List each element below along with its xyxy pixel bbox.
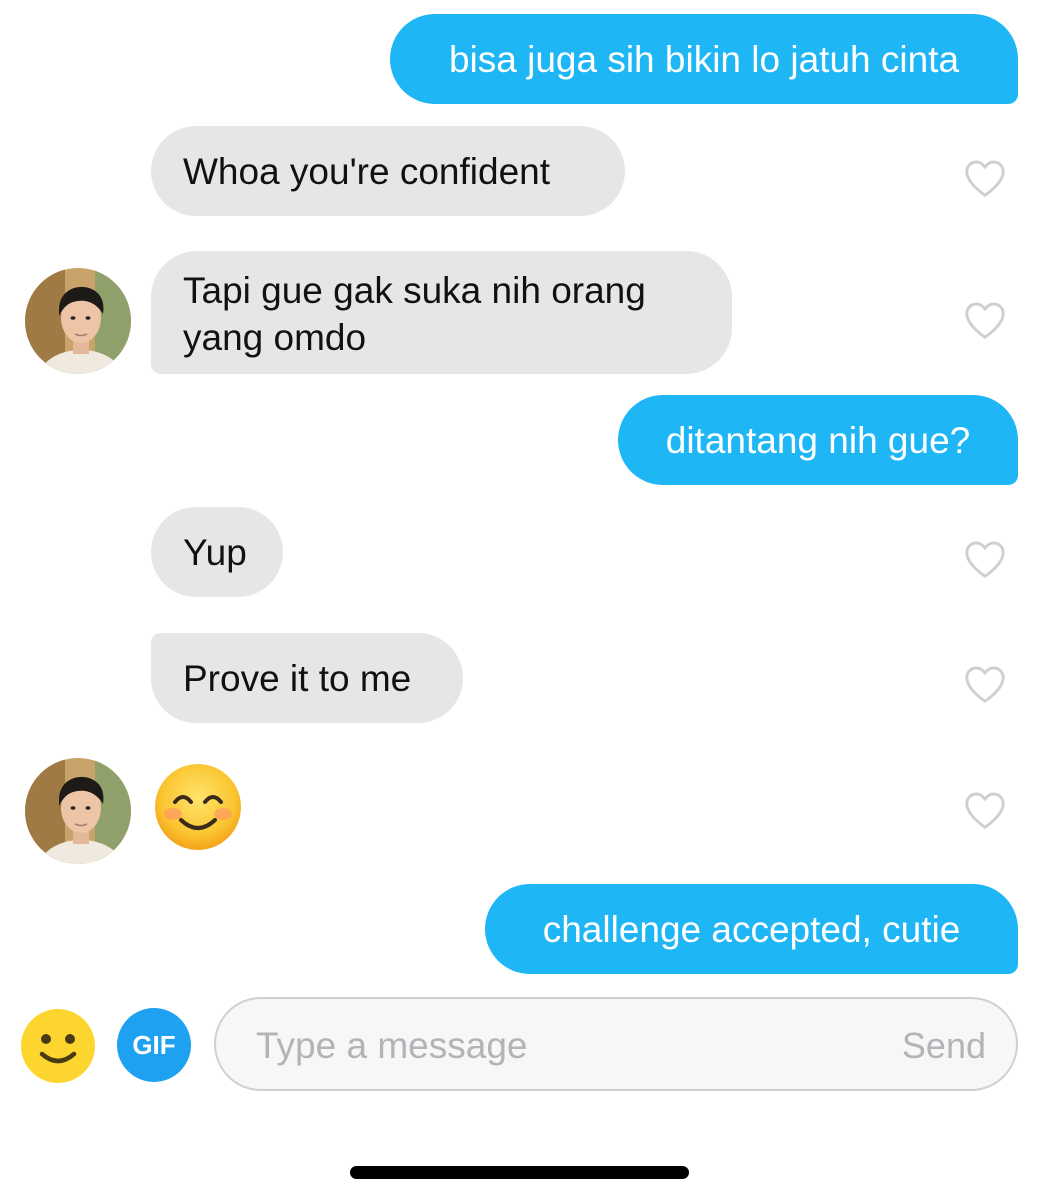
received-message-bubble[interactable]: Whoa you're confident <box>151 126 625 216</box>
like-heart-icon[interactable] <box>963 158 1007 198</box>
smiling-face-emoji-icon[interactable] <box>153 762 243 852</box>
gif-label: GIF <box>132 1029 176 1060</box>
message-text: Yup <box>183 531 247 573</box>
message-composer: GIF Send <box>0 990 1039 1100</box>
like-heart-icon[interactable] <box>963 539 1007 579</box>
received-message-bubble[interactable]: Yup <box>151 507 283 597</box>
sent-message-bubble[interactable]: bisa juga sih bikin lo jatuh cinta <box>390 14 1018 104</box>
message-text: bisa juga sih bikin lo jatuh cinta <box>448 38 960 80</box>
like-heart-icon[interactable] <box>963 790 1007 830</box>
received-message-bubble[interactable]: Prove it to me <box>151 633 463 723</box>
gif-button[interactable]: GIF <box>117 1008 191 1082</box>
message-text: Whoa you're confident <box>183 150 551 192</box>
like-heart-icon[interactable] <box>963 664 1007 704</box>
received-message-bubble[interactable]: Tapi gue gak suka nih orang yang omdo <box>151 251 732 374</box>
send-button[interactable]: Send <box>902 1025 986 1067</box>
smiley-face-icon[interactable] <box>20 1008 96 1084</box>
sent-message-bubble[interactable]: ditantang nih gue? <box>618 395 1018 485</box>
message-input-container[interactable]: Send <box>214 997 1018 1091</box>
contact-avatar[interactable] <box>25 758 131 864</box>
message-text: ditantang nih gue? <box>665 419 971 461</box>
message-text: challenge accepted, cutie <box>542 908 961 950</box>
like-heart-icon[interactable] <box>963 300 1007 340</box>
dm-conversation-screen: bisa juga sih bikin lo jatuh cinta Whoa … <box>0 0 1039 1200</box>
message-input[interactable] <box>254 1017 818 1075</box>
message-text: Tapi gue gak suka nih orang yang omdo <box>183 270 646 358</box>
message-text: Prove it to me <box>183 657 412 699</box>
home-indicator[interactable] <box>350 1166 689 1179</box>
contact-avatar[interactable] <box>25 268 131 374</box>
sent-message-bubble[interactable]: challenge accepted, cutie <box>485 884 1018 974</box>
